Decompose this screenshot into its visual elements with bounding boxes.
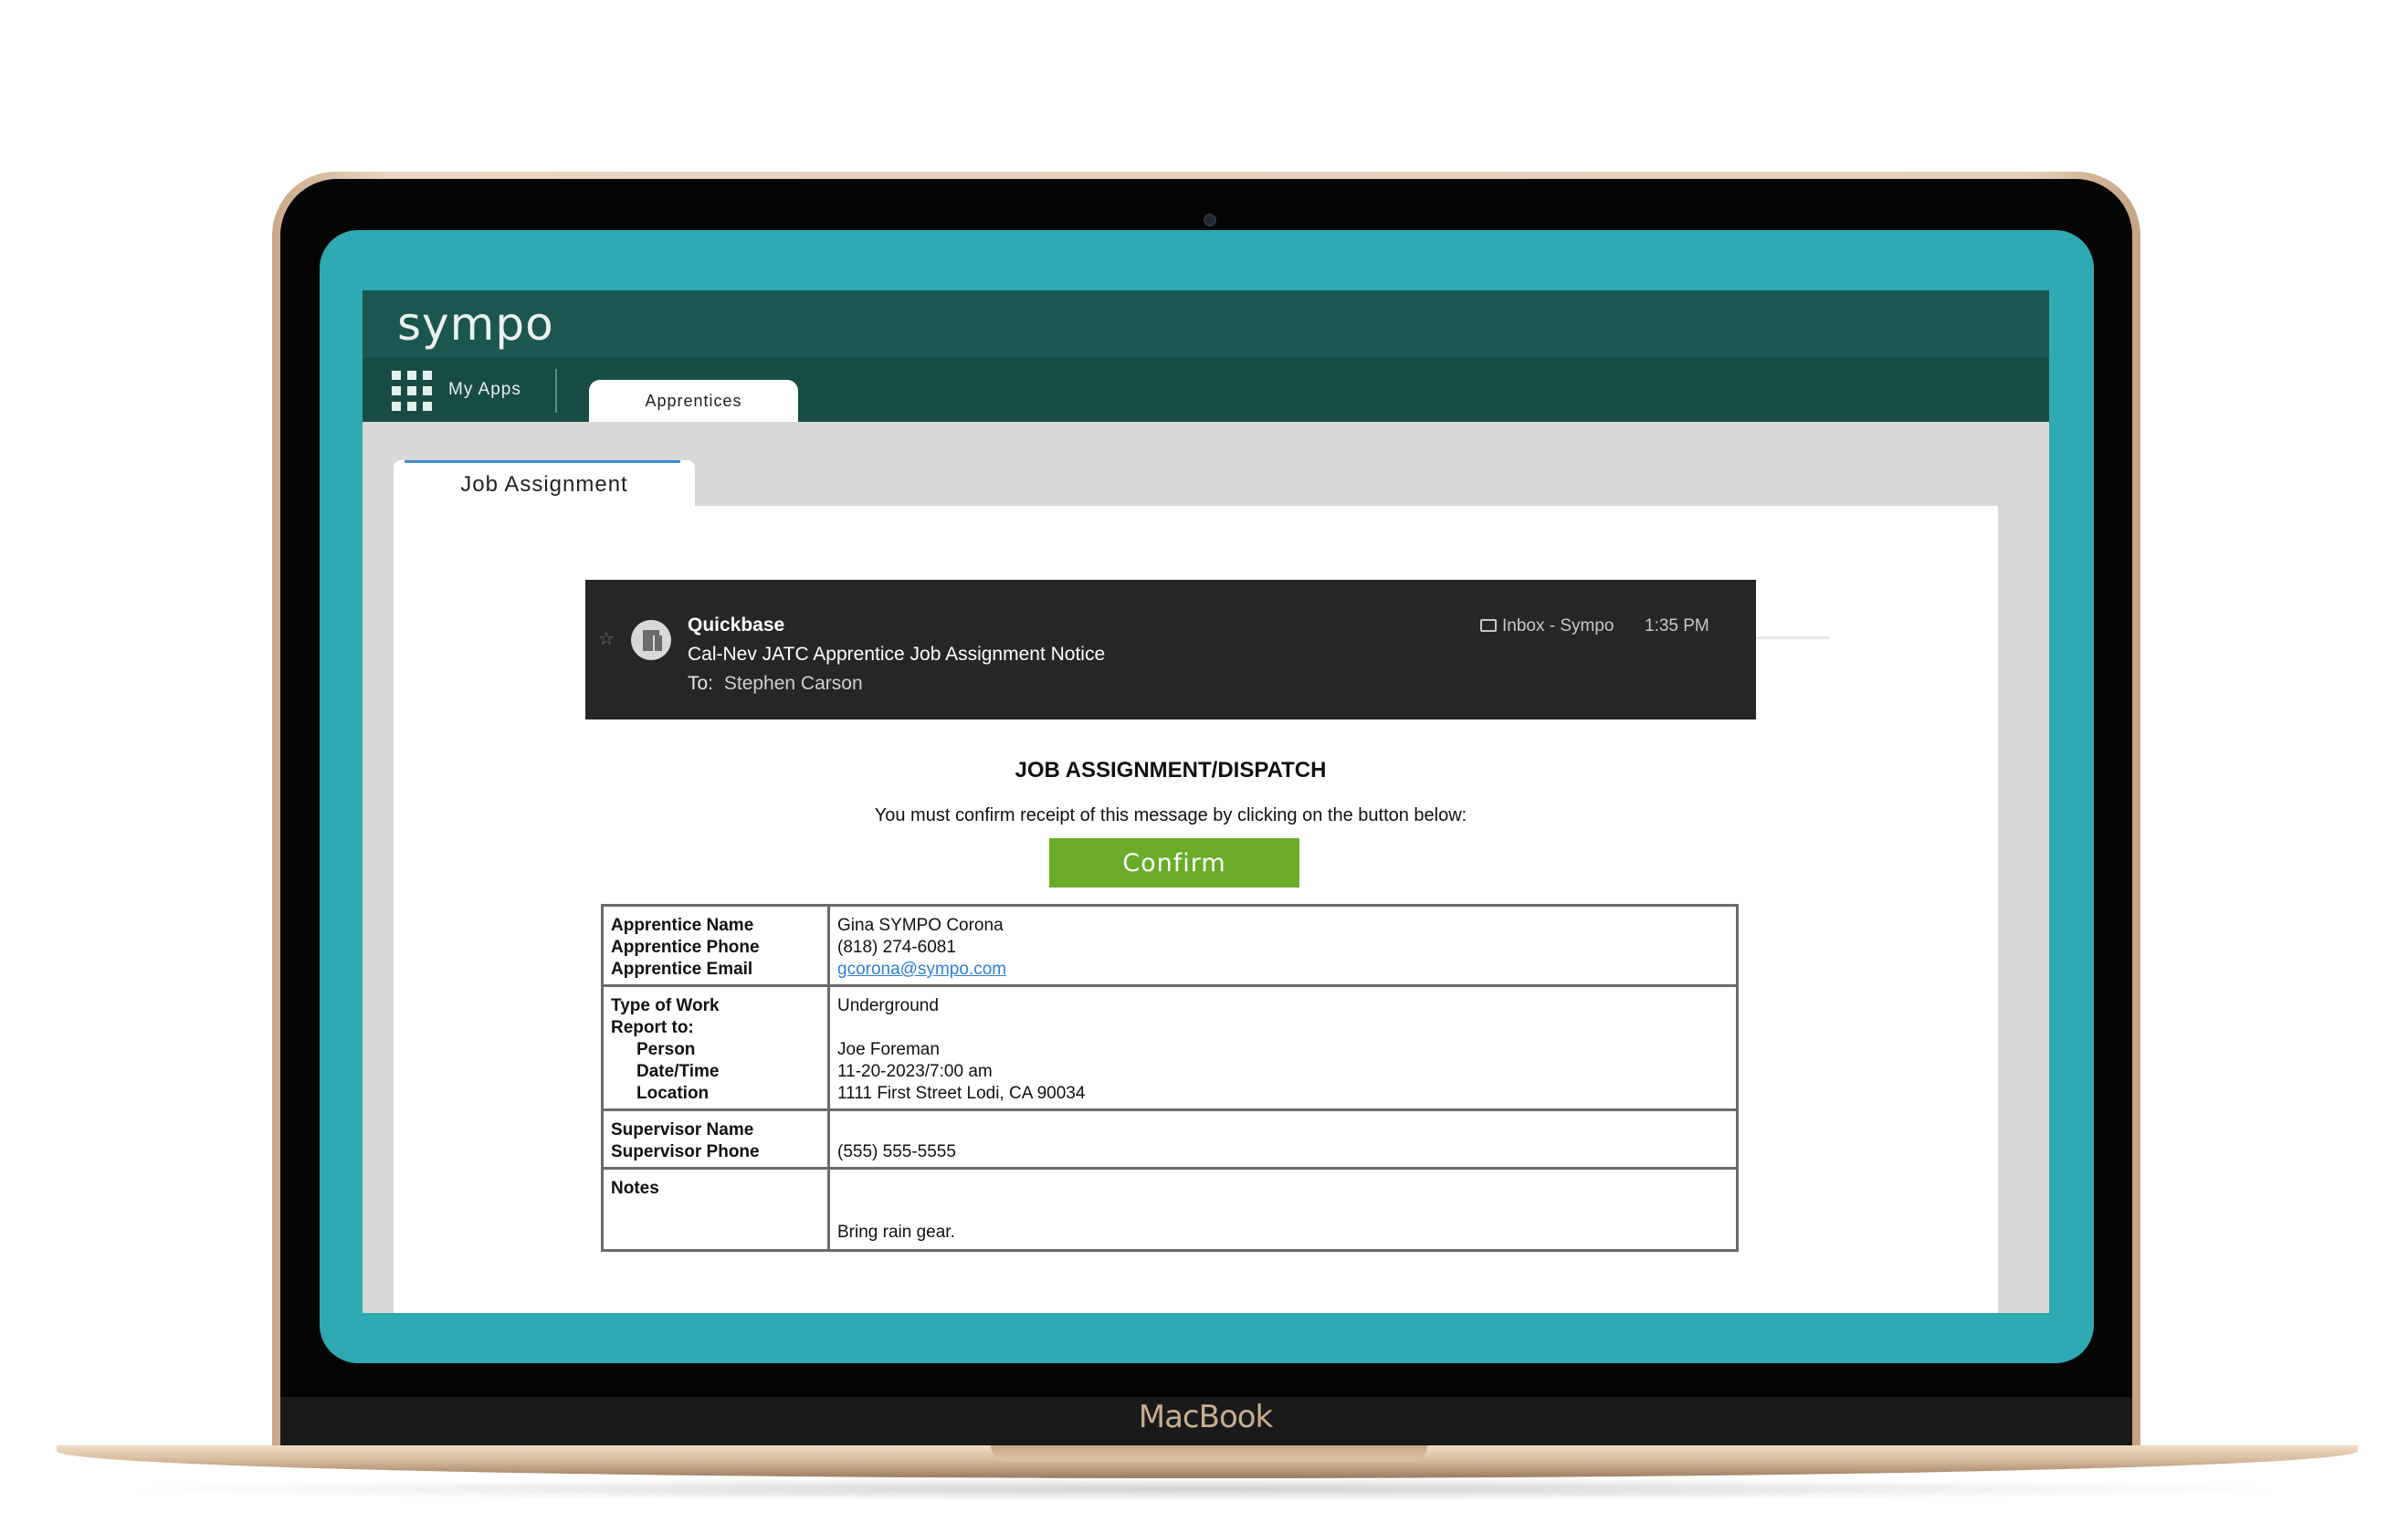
email-sender: Quickbase bbox=[688, 614, 785, 635]
apprentice-name-label: Apprentice Name bbox=[611, 916, 754, 935]
to-label: To: bbox=[688, 673, 714, 694]
supervisor-values-cell: (555) 555-5555 bbox=[827, 1108, 1739, 1170]
confirm-button[interactable]: Confirm bbox=[1049, 838, 1299, 888]
notes-label: Notes bbox=[611, 1179, 659, 1198]
table-row: Supervisor Name Supervisor Phone (555) 5… bbox=[601, 1108, 1739, 1170]
nav-divider bbox=[555, 369, 557, 413]
supervisor-phone-label: Supervisor Phone bbox=[611, 1142, 760, 1161]
laptop-shadow bbox=[110, 1477, 2301, 1501]
apprentice-labels-cell: Apprentice Name Apprentice Phone Apprent… bbox=[601, 904, 830, 987]
apprentice-phone-label: Apprentice Phone bbox=[611, 938, 760, 957]
app-header: sympo bbox=[363, 290, 2049, 358]
table-row: Notes Bring rain gear. bbox=[601, 1167, 1739, 1252]
type-of-work: Underground bbox=[837, 996, 939, 1015]
report-location: 1111 First Street Lodi, CA 90034 bbox=[837, 1084, 1086, 1103]
work-labels-cell: Type of Work Report to: Person Date/Time… bbox=[601, 984, 830, 1111]
supervisor-phone: (555) 555-5555 bbox=[837, 1142, 956, 1161]
recipient-name: Stephen Carson bbox=[723, 673, 863, 694]
report-datetime: 11-20-2023/7:00 am bbox=[837, 1062, 993, 1081]
dispatch-title: JOB ASSIGNMENT/DISPATCH bbox=[1015, 758, 1327, 783]
work-values-cell: Underground Joe Foreman 11-20-2023/7:00 … bbox=[827, 984, 1739, 1111]
notes-value-cell: Bring rain gear. bbox=[827, 1167, 1739, 1252]
table-row: Apprentice Name Apprentice Phone Apprent… bbox=[601, 904, 1739, 987]
datetime-label: Date/Time bbox=[636, 1062, 720, 1081]
laptop-notch bbox=[991, 1445, 1427, 1462]
apprentice-email-link[interactable]: gcorona@sympo.com bbox=[837, 959, 1729, 981]
email-time: 1:35 PM bbox=[1645, 616, 1709, 635]
apprentice-email-label: Apprentice Email bbox=[611, 960, 753, 979]
email-folder[interactable]: Inbox - Sympo bbox=[1480, 616, 1614, 636]
report-person: Joe Foreman bbox=[837, 1040, 940, 1059]
folder-label: Inbox - Sympo bbox=[1502, 616, 1614, 635]
email-recipient-row: To: Stephen Carson bbox=[688, 673, 863, 695]
tab-apprentices[interactable]: Apprentices bbox=[589, 380, 798, 422]
laptop-mockup: MacBook sympo My Apps Apprentices Job As… bbox=[0, 0, 2408, 1523]
apprentice-phone: (818) 274-6081 bbox=[837, 938, 956, 957]
notes-text: Bring rain gear. bbox=[837, 1223, 955, 1242]
apprentice-values-cell: Gina SYMPO Corona (818) 274-6081 gcorona… bbox=[827, 904, 1739, 987]
supervisor-labels-cell: Supervisor Name Supervisor Phone bbox=[601, 1108, 830, 1170]
report-to-label: Report to: bbox=[611, 1018, 694, 1037]
building-avatar-icon bbox=[631, 620, 671, 660]
location-label: Location bbox=[636, 1084, 710, 1103]
my-apps-link[interactable]: My Apps bbox=[448, 380, 521, 400]
apps-grid-icon[interactable] bbox=[392, 371, 432, 411]
folder-icon bbox=[1480, 619, 1497, 632]
app-nav-bar: My Apps Apprentices bbox=[363, 358, 2049, 422]
assignment-table: Apprentice Name Apprentice Phone Apprent… bbox=[601, 904, 1739, 1252]
type-of-work-label: Type of Work bbox=[611, 996, 720, 1015]
camera-icon bbox=[1204, 214, 1216, 226]
star-icon[interactable]: ☆ bbox=[598, 627, 615, 650]
person-label: Person bbox=[636, 1040, 696, 1059]
supervisor-name-label: Supervisor Name bbox=[611, 1120, 754, 1140]
confirm-instructions: You must confirm receipt of this message… bbox=[874, 805, 1467, 825]
apprentice-name: Gina SYMPO Corona bbox=[837, 916, 1004, 935]
email-subject: Cal-Nev JATC Apprentice Job Assignment N… bbox=[688, 644, 1106, 665]
active-tab-indicator bbox=[405, 460, 680, 463]
email-header: ☆ Quickbase Cal-Nev JATC Apprentice Job … bbox=[585, 580, 1756, 719]
tab-job-assignment[interactable]: Job Assignment bbox=[394, 460, 695, 506]
table-row: Type of Work Report to: Person Date/Time… bbox=[601, 984, 1739, 1111]
notes-label-cell: Notes bbox=[601, 1167, 830, 1252]
email-divider bbox=[1756, 636, 1829, 639]
device-brand: MacBook bbox=[1138, 1399, 1273, 1435]
sympo-logo[interactable]: sympo bbox=[397, 298, 554, 351]
